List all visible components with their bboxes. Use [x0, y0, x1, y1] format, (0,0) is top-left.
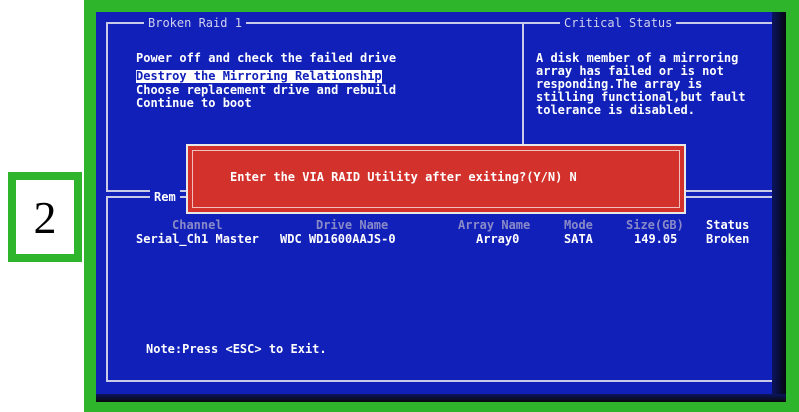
- exit-note: Note:Press <ESC> to Exit.: [146, 342, 327, 356]
- col-header-status: Status: [706, 218, 750, 232]
- drive-list-title: Rem: [150, 189, 180, 205]
- critical-status-message: A disk member of a mirroring array has f…: [536, 52, 746, 117]
- exit-confirm-dialog[interactable]: Enter the VIA RAID Utility after exiting…: [186, 144, 686, 214]
- step-number: 2: [16, 180, 74, 254]
- broken-raid-title: Broken Raid 1: [144, 15, 246, 31]
- dialog-prompt: Enter the VIA RAID Utility after exiting…: [230, 170, 577, 184]
- col-header-array-name: Array Name: [458, 218, 531, 232]
- col-header-size: Size(GB): [626, 218, 684, 232]
- step-badge: 2: [8, 172, 82, 262]
- menu-item-destroy-mirroring[interactable]: Destroy the Mirroring Relationship: [136, 70, 382, 83]
- col-header-drive-name: Drive Name: [316, 218, 389, 232]
- cell-size: 149.05: [634, 232, 678, 246]
- status-line: tolerance is disabled.: [536, 103, 695, 117]
- monitor-bezel-bottom: [96, 394, 786, 402]
- recovery-menu: Power off and check the failed drive Des…: [136, 52, 396, 110]
- cell-mode: SATA: [564, 232, 593, 246]
- cell-drive-name: WDC WD1600AAJS-0: [280, 232, 396, 246]
- cell-status: Broken: [706, 232, 750, 246]
- monitor-bezel-right: [772, 12, 786, 402]
- col-header-channel: Channel: [172, 218, 223, 232]
- cell-channel: Serial_Ch1 Master: [136, 232, 259, 246]
- menu-item-power-off[interactable]: Power off and check the failed drive: [136, 52, 396, 65]
- cell-array-name: Array0: [476, 232, 520, 246]
- bios-screen: Broken Raid 1 Power off and check the fa…: [96, 12, 786, 402]
- col-header-mode: Mode: [564, 218, 593, 232]
- menu-item-continue-boot[interactable]: Continue to boot: [136, 97, 396, 110]
- critical-status-title: Critical Status: [560, 15, 677, 31]
